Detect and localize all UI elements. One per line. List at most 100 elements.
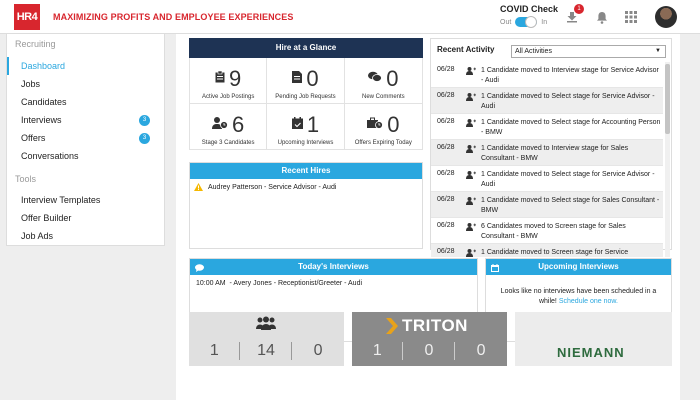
triton-card-stat-2: 0 <box>404 342 456 360</box>
activity-text: 1 Candidate moved to Select stage for Ac… <box>481 119 661 136</box>
sidebar-item-interview-templates[interactable]: Interview Templates <box>7 191 164 209</box>
activity-text: 1 Candidate moved to Select stage for Se… <box>481 93 655 110</box>
sidebar-item-dashboard[interactable]: Dashboard <box>7 57 164 75</box>
triton-card-stat-3: 0 <box>476 342 486 359</box>
user-avatar[interactable] <box>655 6 677 28</box>
stat-upcoming-interviews[interactable]: 1 Upcoming Interviews <box>267 104 345 150</box>
tools-section-label: Tools <box>15 174 37 184</box>
user-plus-icon <box>461 222 481 231</box>
briefcase-clock-icon <box>367 116 384 134</box>
activity-date: 06/28 <box>437 66 455 73</box>
sidebar-item-job-ads[interactable]: Job Ads <box>7 227 164 245</box>
activity-date: 06/28 <box>437 248 455 255</box>
calendar-icon <box>491 262 499 278</box>
document-icon <box>292 70 303 88</box>
interviews-count-badge: 3 <box>139 115 150 126</box>
comment-icon <box>195 262 204 278</box>
activity-row[interactable]: 06/28 6 Candidates moved to Screen stage … <box>431 218 663 244</box>
activity-text: 6 Candidates moved to Screen stage for S… <box>481 223 626 240</box>
sidebar-item-interviews[interactable]: Interviews 3 <box>7 111 164 129</box>
team-card[interactable]: 1 14 0 <box>189 312 344 366</box>
niemann-logo: NIEMANN <box>557 345 625 360</box>
apps-grid-icon[interactable] <box>623 9 639 25</box>
activity-row[interactable]: 06/28 1 Candidate moved to Select stage f… <box>431 166 663 192</box>
sidebar-item-offers[interactable]: Offers 3 <box>7 129 164 147</box>
recent-hires-panel: Recent Hires Audrey Patterson - Service … <box>189 162 423 249</box>
team-card-stat-1: 1 <box>189 342 241 360</box>
user-plus-icon <box>461 170 481 179</box>
user-plus-icon <box>461 66 481 75</box>
recent-hire-item[interactable]: Audrey Patterson - Service Advisor - Aud… <box>190 179 422 195</box>
bell-icon[interactable] <box>594 9 610 25</box>
team-card-stat-2: 14 <box>241 342 293 360</box>
recent-hires-title: Recent Hires <box>190 163 422 179</box>
user-plus-icon <box>461 92 481 101</box>
team-card-stat-3: 0 <box>313 342 323 359</box>
clipboard-icon <box>215 70 225 88</box>
comments-icon <box>368 70 383 88</box>
stat-new-comments[interactable]: 0 New Comments <box>344 58 422 104</box>
user-clock-icon <box>212 116 228 134</box>
notification-badge: 1 <box>574 4 584 14</box>
activity-date: 06/28 <box>437 118 455 125</box>
activity-list: 06/28 1 Candidate moved to Interview stag… <box>431 62 663 257</box>
triton-card[interactable]: TRITON 1 0 0 <box>352 312 507 366</box>
recent-activity-panel: Recent Activity All Activities ▼ 06/28 1 C… <box>430 38 672 257</box>
niemann-card[interactable]: NIEMANN <box>515 312 672 366</box>
warning-icon <box>194 183 203 191</box>
users-icon <box>255 316 277 335</box>
user-plus-icon <box>461 144 481 153</box>
offers-count-badge: 3 <box>139 133 150 144</box>
activity-date: 06/28 <box>437 92 455 99</box>
triton-logo: TRITON <box>386 316 468 336</box>
recent-activity-title: Recent Activity <box>437 45 495 54</box>
chevron-down-icon: ▼ <box>655 48 661 54</box>
calendar-check-icon <box>291 116 303 134</box>
activity-row[interactable]: 06/28 1 Candidate moved to Select stage f… <box>431 114 663 140</box>
covid-check: COVID Check Out In <box>500 4 559 28</box>
sidebar-item-offer-builder[interactable]: Offer Builder <box>7 209 164 227</box>
sidebar-item-jobs[interactable]: Jobs <box>7 75 164 93</box>
activity-date: 06/28 <box>437 170 455 177</box>
activity-text: 1 Candidate moved to Select stage for Se… <box>481 171 655 188</box>
triton-card-stat-1: 1 <box>352 342 404 360</box>
sidebar: Recruiting Dashboard Jobs Candidates Int… <box>6 34 165 246</box>
activity-date: 06/28 <box>437 222 455 229</box>
stat-active-job-postings[interactable]: 9 Active Job Postings <box>190 58 268 104</box>
activity-date: 06/28 <box>437 196 455 203</box>
schedule-one-now-link[interactable]: Schedule one now. <box>559 298 618 305</box>
user-plus-icon <box>461 248 481 257</box>
covid-out-label: Out <box>500 18 512 26</box>
hire-at-a-glance-title: Hire at a Glance <box>189 38 423 58</box>
stat-pending-job-requests[interactable]: 0 Pending Job Requests <box>267 58 345 104</box>
activity-text: 1 Candidate moved to Select stage for Sa… <box>481 197 660 214</box>
hr4-logo[interactable]: HR4 <box>14 4 40 30</box>
user-plus-icon <box>461 118 481 127</box>
tagline: MAXIMIZING PROFITS AND EMPLOYEE EXPERIEN… <box>53 12 294 22</box>
activity-scrollbar[interactable] <box>665 62 670 257</box>
covid-check-title: COVID Check <box>500 4 559 14</box>
activity-row[interactable]: 06/28 1 Candidate moved to Interview stag… <box>431 140 663 166</box>
covid-toggle[interactable] <box>515 16 538 28</box>
activity-text: 1 Candidate moved to Screen stage for Se… <box>481 249 629 256</box>
activity-text: 1 Candidate moved to Interview stage for… <box>481 67 659 84</box>
sidebar-item-candidates[interactable]: Candidates <box>7 93 164 111</box>
activity-row[interactable]: 06/28 1 Candidate moved to Screen stage f… <box>431 244 663 257</box>
activity-row[interactable]: 06/28 1 Candidate moved to Select stage f… <box>431 88 663 114</box>
activity-filter-select[interactable]: All Activities ▼ <box>511 45 666 58</box>
stat-stage-3-candidates[interactable]: 6 Stage 3 Candidates <box>190 104 268 150</box>
todays-interviews-title: Today's Interviews <box>190 259 477 275</box>
download-icon[interactable]: 1 <box>564 4 584 25</box>
activity-text: 1 Candidate moved to Interview stage for… <box>481 145 629 162</box>
user-plus-icon <box>461 196 481 205</box>
interview-item[interactable]: 10:00 AM - Avery Jones - Receptionist/Gr… <box>190 275 477 292</box>
activity-date: 06/28 <box>437 144 455 151</box>
activity-row[interactable]: 06/28 1 Candidate moved to Select stage f… <box>431 192 663 218</box>
upcoming-interviews-title: Upcoming Interviews <box>486 259 671 275</box>
recruiting-section-label: Recruiting <box>15 39 56 49</box>
covid-in-label: In <box>541 18 548 26</box>
stat-offers-expiring-today[interactable]: 0 Offers Expiring Today <box>344 104 422 150</box>
sidebar-item-conversations[interactable]: Conversations <box>7 147 164 165</box>
hire-at-a-glance-panel: Hire at a Glance 9 Active Job Postings 0… <box>189 38 423 155</box>
activity-row[interactable]: 06/28 1 Candidate moved to Interview stag… <box>431 62 663 88</box>
